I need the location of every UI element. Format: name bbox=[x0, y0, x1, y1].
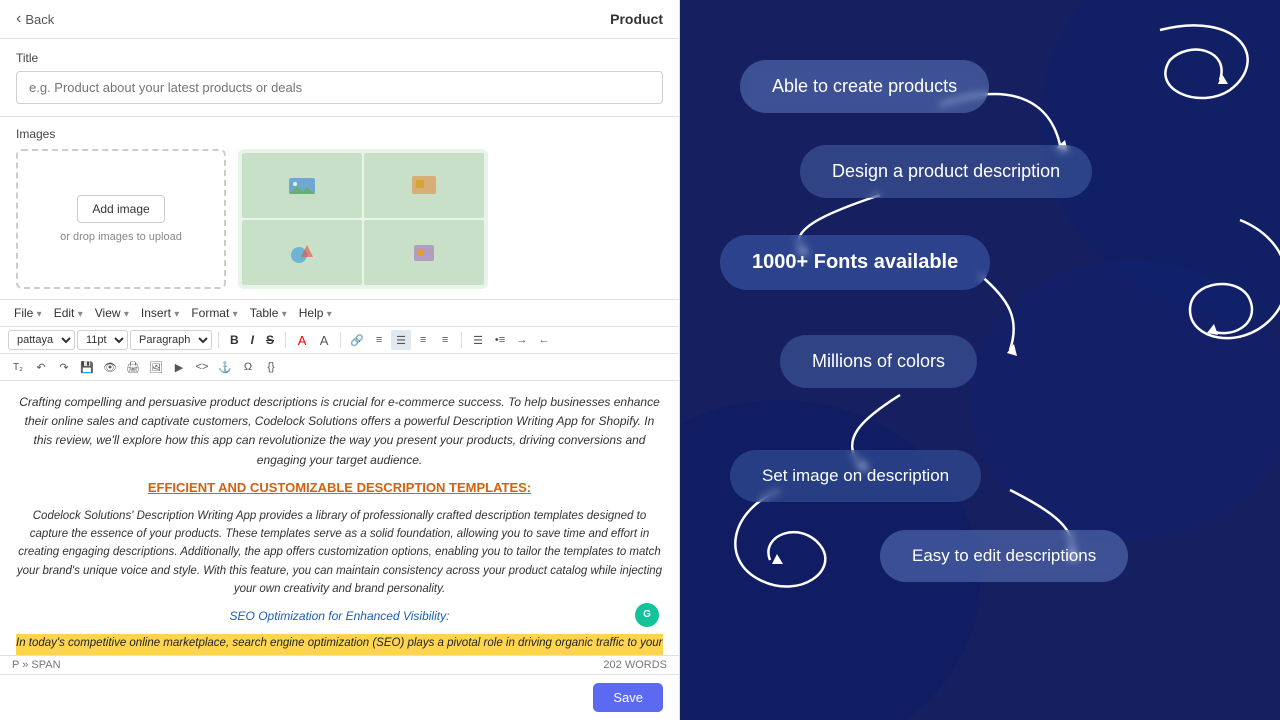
strikethrough-button[interactable]: S bbox=[261, 331, 279, 349]
title-input[interactable] bbox=[16, 71, 663, 104]
media-button[interactable]: ▶ bbox=[169, 357, 189, 377]
preview-cell-3 bbox=[242, 220, 362, 285]
link-button[interactable]: 🔗 bbox=[347, 330, 367, 350]
back-button[interactable]: Back bbox=[16, 10, 54, 28]
title-label: Title bbox=[16, 51, 663, 65]
feature-pill-create: Able to create products bbox=[740, 60, 989, 113]
italic-button[interactable]: I bbox=[246, 331, 259, 349]
editor-intro-text: Crafting compelling and persuasive produ… bbox=[16, 393, 663, 470]
redo-button[interactable]: ↷ bbox=[54, 357, 74, 377]
editor-highlighted-text: In today's competitive online marketplac… bbox=[16, 634, 663, 655]
feature-pill-image: Set image on description bbox=[730, 450, 981, 502]
images-section: Images Add image or drop images to uploa… bbox=[0, 117, 679, 300]
editor-body-text: Codelock Solutions' Description Writing … bbox=[16, 507, 663, 599]
font-size-select[interactable]: 11pt bbox=[77, 330, 128, 350]
top-bar: Back Product bbox=[0, 0, 679, 39]
feature-pill-design: Design a product description bbox=[800, 145, 1092, 198]
menu-edit[interactable]: Edit ▾ bbox=[48, 304, 89, 322]
font-family-select[interactable]: pattaya bbox=[8, 330, 75, 350]
editor-subheading: SEO Optimization for Enhanced Visibility… bbox=[16, 607, 663, 626]
editor-path: P » SPAN bbox=[12, 659, 61, 671]
toolbar-tools-row: T₂ ↶ ↷ 💾 👁 🖨 🖼 ▶ <> ⚓ Ω {} bbox=[0, 354, 679, 381]
image-tool-button[interactable]: 🖼 bbox=[146, 357, 166, 377]
save-button[interactable]: Save bbox=[593, 683, 663, 712]
code-button[interactable]: <> bbox=[192, 357, 212, 377]
print-button[interactable]: 🖨 bbox=[123, 357, 143, 377]
preview-image bbox=[238, 149, 488, 289]
right-panel: Able to create products Design a product… bbox=[680, 0, 1280, 720]
align-left-button[interactable]: ≡ bbox=[369, 330, 389, 350]
menu-table[interactable]: Table ▾ bbox=[244, 304, 293, 322]
divider-3 bbox=[340, 332, 341, 348]
bullet-list-button[interactable]: •≡ bbox=[490, 330, 510, 350]
bold-button[interactable]: B bbox=[225, 331, 244, 349]
images-row: Add image or drop images to upload bbox=[16, 149, 663, 289]
grammarly-badge: G bbox=[635, 603, 659, 627]
menu-help[interactable]: Help ▾ bbox=[293, 304, 338, 322]
editor-section: File ▾ Edit ▾ View ▾ Insert ▾ Format ▾ T… bbox=[0, 300, 679, 674]
menu-view[interactable]: View ▾ bbox=[89, 304, 135, 322]
align-center-button[interactable]: ☰ bbox=[391, 330, 411, 350]
source-button[interactable]: {} bbox=[261, 357, 281, 377]
upload-dropzone[interactable]: Add image or drop images to upload bbox=[16, 149, 226, 289]
divider-2 bbox=[285, 332, 286, 348]
menu-file[interactable]: File ▾ bbox=[8, 304, 48, 322]
save-tool-button[interactable]: 💾 bbox=[77, 357, 97, 377]
images-label: Images bbox=[16, 127, 663, 141]
product-label: Product bbox=[610, 11, 663, 27]
subscript-button[interactable]: T₂ bbox=[8, 357, 28, 377]
indent-button[interactable]: → bbox=[512, 330, 532, 350]
paragraph-style-select[interactable]: Paragraph bbox=[130, 330, 212, 350]
divider-1 bbox=[218, 332, 219, 348]
preview-cell-4 bbox=[364, 220, 484, 285]
preview-cell-2 bbox=[364, 153, 484, 218]
feature-pill-fonts: 1000+ Fonts available bbox=[720, 235, 990, 290]
highlight-color-picker[interactable]: A bbox=[314, 330, 334, 350]
outdent-button[interactable]: ← bbox=[534, 330, 554, 350]
toolbar-format-row: pattaya 11pt Paragraph B I S A A 🔗 ≡ ☰ ≡… bbox=[0, 327, 679, 354]
menu-format[interactable]: Format ▾ bbox=[185, 304, 243, 322]
editor-content[interactable]: Crafting compelling and persuasive produ… bbox=[0, 381, 679, 655]
editor-heading: Efficient and Customizable Description T… bbox=[16, 478, 663, 499]
preview-cell-1 bbox=[242, 153, 362, 218]
font-color-picker[interactable]: A bbox=[292, 330, 312, 350]
bottom-bar: Save bbox=[0, 674, 679, 720]
menu-insert[interactable]: Insert ▾ bbox=[135, 304, 185, 322]
feature-pill-colors: Millions of colors bbox=[780, 335, 977, 388]
eye-button[interactable]: 👁 bbox=[100, 357, 120, 377]
special-char-button[interactable]: Ω bbox=[238, 357, 258, 377]
align-justify-button[interactable]: ≡ bbox=[435, 330, 455, 350]
anchor-button[interactable]: ⚓ bbox=[215, 357, 235, 377]
feature-pill-edit: Easy to edit descriptions bbox=[880, 530, 1128, 582]
left-panel: Back Product Title Images Add image or d… bbox=[0, 0, 680, 720]
align-right-button[interactable]: ≡ bbox=[413, 330, 433, 350]
title-section: Title bbox=[0, 39, 679, 117]
undo-button[interactable]: ↶ bbox=[31, 357, 51, 377]
divider-4 bbox=[461, 332, 462, 348]
add-image-button[interactable]: Add image bbox=[77, 195, 164, 223]
editor-statusbar: P » SPAN 202 WORDS bbox=[0, 655, 679, 674]
preview-grid bbox=[238, 149, 488, 289]
list-button[interactable]: ☰ bbox=[468, 330, 488, 350]
toolbar-menu-row: File ▾ Edit ▾ View ▾ Insert ▾ Format ▾ T… bbox=[0, 300, 679, 327]
drop-text: or drop images to upload bbox=[60, 231, 182, 243]
word-count: 202 WORDS bbox=[603, 659, 667, 671]
